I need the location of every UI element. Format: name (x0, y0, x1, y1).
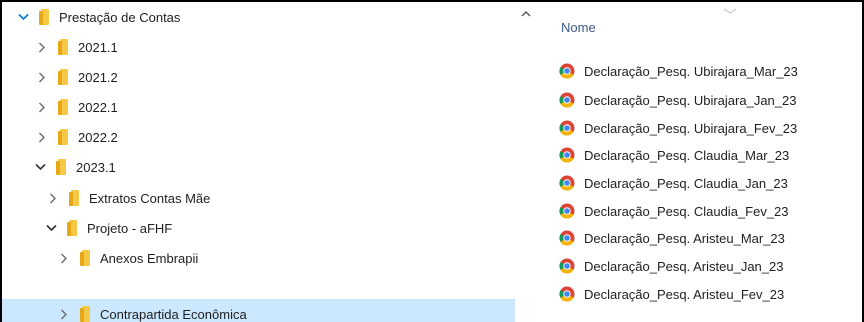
chrome-icon (559, 286, 575, 302)
folder-icon (67, 220, 78, 236)
file-name: Declaração_Pesq. Ubirajara_Mar_23 (584, 63, 798, 79)
folder-icon (80, 250, 91, 266)
folder-icon (39, 9, 50, 25)
chevron-down-icon[interactable] (17, 2, 29, 32)
folder-icon (58, 39, 69, 55)
file-name: Declaração_Pesq. Ubirajara_Fev_23 (584, 120, 798, 136)
file-name: Declaração_Pesq. Claudia_Jan_23 (584, 175, 788, 191)
file-name: Declaração_Pesq. Claudia_Fev_23 (584, 203, 789, 219)
file-item[interactable]: Declaração_Pesq. Aristeu_Mar_23 (559, 227, 785, 249)
file-item[interactable]: Declaração_Pesq. Claudia_Jan_23 (559, 172, 788, 194)
file-item[interactable]: Declaração_Pesq. Ubirajara_Jan_23 (559, 89, 796, 111)
tree-item-label: 2021.1 (78, 39, 118, 55)
chevron-down-icon[interactable] (34, 152, 46, 182)
tree-item-2022-1[interactable]: 2022.1 (2, 92, 515, 122)
chrome-icon (559, 258, 575, 274)
chrome-icon (559, 92, 575, 108)
folder-icon (69, 190, 80, 206)
tree-item-label: Projeto - aFHF (87, 220, 173, 236)
file-name: Declaração_Pesq. Aristeu_Mar_23 (584, 230, 785, 246)
chrome-icon (559, 175, 575, 191)
chevron-right-icon[interactable] (36, 122, 48, 152)
chevron-down-icon[interactable] (45, 213, 57, 243)
tree-item-label: Anexos Embrapii (100, 250, 199, 266)
tree-item-label: 2023.1 (76, 159, 116, 175)
folder-icon (58, 129, 69, 145)
file-item[interactable]: Declaração_Pesq. Ubirajara_Mar_23 (559, 60, 798, 82)
tree-item-label: 2022.2 (78, 129, 118, 145)
chrome-icon (559, 120, 575, 136)
tree-item-prestacao-de-contas[interactable]: Prestação de Contas (2, 2, 515, 32)
tree-item-label: 2021.2 (78, 69, 118, 85)
file-item[interactable]: Declaração_Pesq. Aristeu_Jan_23 (559, 255, 783, 277)
tree-item-2021-1[interactable]: 2021.1 (2, 32, 515, 62)
chevron-right-icon[interactable] (58, 243, 70, 273)
tree-item-label: 2022.1 (78, 99, 118, 115)
tree-item-2023-1[interactable]: 2023.1 (2, 152, 515, 182)
file-list-pane: Nome Declaração_Pesq. Ubirajara_Mar_23 D… (537, 2, 862, 322)
chevron-right-icon[interactable] (36, 92, 48, 122)
folder-icon (58, 69, 69, 85)
tree-item-extratos-contas-mae[interactable]: Extratos Contas Mãe (2, 183, 515, 213)
navigation-tree: Prestação de Contas 2021.1 2021.2 2022.1… (2, 2, 515, 322)
tree-item-2022-2[interactable]: 2022.2 (2, 122, 515, 152)
file-name: Declaração_Pesq. Aristeu_Fev_23 (584, 286, 785, 302)
tree-item-label: Extratos Contas Mãe (89, 190, 211, 206)
folder-icon (80, 306, 91, 322)
file-item[interactable]: Declaração_Pesq. Claudia_Fev_23 (559, 200, 789, 222)
chevron-right-icon[interactable] (58, 299, 70, 322)
chevron-right-icon[interactable] (36, 62, 48, 92)
chevron-right-icon[interactable] (47, 183, 59, 213)
tree-item-label: Contrapartida Econômica (100, 306, 247, 322)
file-name: Declaração_Pesq. Ubirajara_Jan_23 (584, 92, 797, 108)
column-header-nome[interactable]: Nome (561, 20, 596, 35)
tree-scrollbar[interactable] (515, 2, 537, 322)
chrome-icon (559, 230, 575, 246)
folder-icon (58, 99, 69, 115)
file-item[interactable]: Declaração_Pesq. Claudia_Mar_23 (559, 144, 789, 166)
chrome-icon (559, 63, 575, 79)
folder-icon (56, 159, 67, 175)
scroll-up-arrow-icon[interactable] (520, 8, 532, 18)
tree-item-label: Prestação de Contas (59, 9, 181, 25)
file-item[interactable]: Declaração_Pesq. Ubirajara_Fev_23 (559, 117, 797, 139)
file-name: Declaração_Pesq. Aristeu_Jan_23 (584, 258, 784, 274)
sort-indicator-icon (723, 2, 737, 17)
chevron-right-icon[interactable] (36, 32, 48, 62)
file-name: Declaração_Pesq. Claudia_Mar_23 (584, 147, 790, 163)
tree-item-contrapartida-economica[interactable]: Contrapartida Econômica (2, 299, 515, 322)
chrome-icon (559, 203, 575, 219)
tree-item-2021-2[interactable]: 2021.2 (2, 62, 515, 92)
file-item[interactable]: Declaração_Pesq. Aristeu_Fev_23 (559, 283, 784, 305)
tree-item-anexos-embrapii[interactable]: Anexos Embrapii (2, 243, 515, 273)
chrome-icon (559, 147, 575, 163)
tree-item-projeto-afhf[interactable]: Projeto - aFHF (2, 213, 515, 243)
